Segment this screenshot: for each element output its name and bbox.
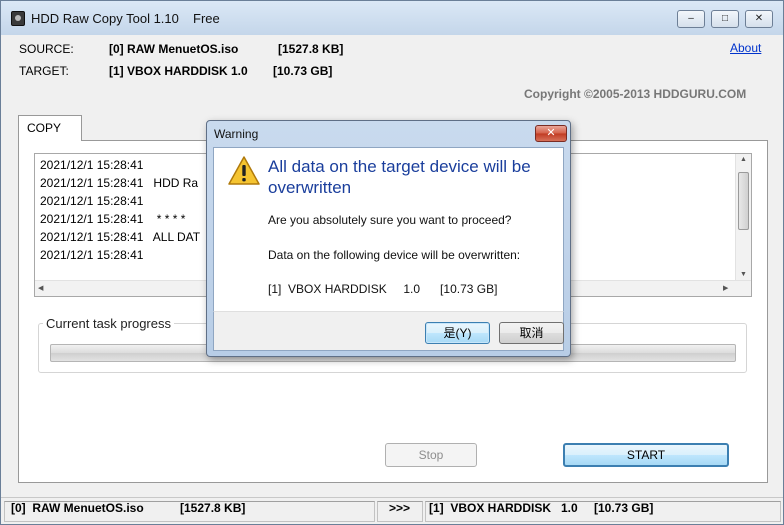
status-source: [0] RAW MenuetOS.iso bbox=[11, 501, 144, 515]
app-icon bbox=[11, 11, 25, 26]
log-line: 2021/12/1 15:28:41 bbox=[40, 248, 144, 262]
scroll-thumb[interactable] bbox=[738, 172, 749, 230]
warning-dialog: Warning ✕ All data on the target device … bbox=[206, 120, 571, 357]
dialog-question: Are you absolutely sure you want to proc… bbox=[268, 213, 512, 227]
minimize-button[interactable]: – bbox=[677, 10, 705, 28]
log-line: 2021/12/1 15:28:41 bbox=[40, 158, 144, 172]
dialog-info: Data on the following device will be ove… bbox=[268, 248, 521, 262]
dialog-title: Warning bbox=[214, 127, 259, 141]
log-line: 2021/12/1 15:28:41 bbox=[40, 194, 144, 208]
window-title: HDD Raw Copy Tool 1.10 bbox=[31, 11, 179, 26]
log-line: 2021/12/1 15:28:41 * * * * bbox=[40, 212, 186, 226]
log-line: 2021/12/1 15:28:41 ALL DAT bbox=[40, 230, 201, 244]
source-device: [0] RAW MenuetOS.iso bbox=[109, 42, 239, 56]
copyright-text: Copyright ©2005-2013 HDDGURU.COM bbox=[524, 87, 747, 101]
dialog-device: [1] VBOX HARDDISK 1.0 [10.73 GB] bbox=[268, 282, 498, 296]
vertical-scrollbar[interactable]: ▲ ▼ bbox=[735, 154, 751, 280]
stop-button[interactable]: Stop bbox=[385, 443, 477, 467]
scroll-right-icon[interactable]: ▶ bbox=[723, 284, 728, 292]
scroll-left-icon[interactable]: ◀ bbox=[38, 284, 43, 292]
progress-label: Current task progress bbox=[43, 316, 174, 331]
status-target: [1] VBOX HARDDISK 1.0 bbox=[429, 501, 578, 515]
cancel-button[interactable]: 取消 bbox=[499, 322, 564, 344]
target-label: TARGET: bbox=[19, 64, 69, 78]
title-bar[interactable]: HDD Raw Copy Tool 1.10 Free – □ ✕ bbox=[1, 1, 783, 35]
status-source-size: [1527.8 KB] bbox=[180, 501, 246, 515]
source-size: [1527.8 KB] bbox=[278, 42, 344, 56]
warning-icon bbox=[228, 156, 260, 185]
dialog-close-button[interactable]: ✕ bbox=[535, 125, 567, 142]
scroll-up-icon[interactable]: ▲ bbox=[740, 156, 747, 163]
about-link[interactable]: About bbox=[730, 41, 761, 55]
target-size: [10.73 GB] bbox=[273, 64, 333, 78]
tab-copy[interactable]: COPY bbox=[18, 115, 82, 141]
dialog-footer: 是(Y) 取消 bbox=[213, 311, 564, 351]
dialog-heading: All data on the target device will be ov… bbox=[268, 157, 531, 197]
start-button[interactable]: START bbox=[563, 443, 729, 467]
close-button[interactable]: ✕ bbox=[745, 10, 773, 28]
edition-label: Free bbox=[193, 11, 220, 26]
yes-button[interactable]: 是(Y) bbox=[425, 322, 490, 344]
dialog-body: All data on the target device will be ov… bbox=[213, 147, 564, 311]
scroll-down-icon[interactable]: ▼ bbox=[740, 271, 747, 278]
log-line: 2021/12/1 15:28:41 HDD Ra bbox=[40, 176, 199, 190]
source-label: SOURCE: bbox=[19, 42, 74, 56]
maximize-button[interactable]: □ bbox=[711, 10, 739, 28]
status-target-size: [10.73 GB] bbox=[594, 501, 654, 515]
status-arrow: >>> bbox=[389, 501, 411, 515]
target-device: [1] VBOX HARDDISK 1.0 bbox=[109, 64, 248, 78]
